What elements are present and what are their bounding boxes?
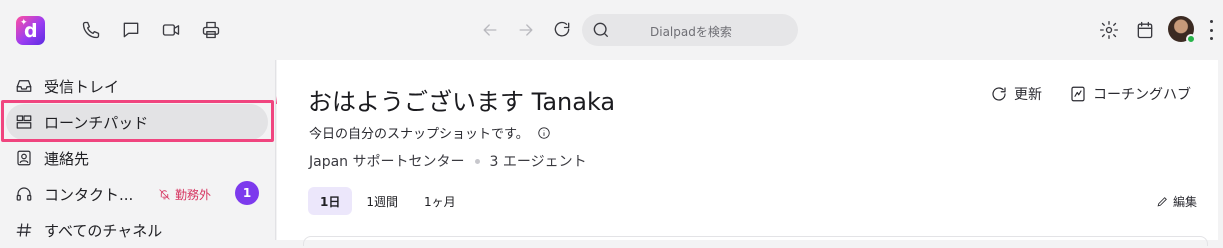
- team-info: Japan サポートセンター 3 エージェント: [309, 151, 587, 171]
- video-icon[interactable]: [159, 18, 183, 42]
- unread-count-badge: 1: [235, 181, 259, 205]
- search-placeholder: Dialpadを検索: [650, 25, 732, 39]
- team-name: Japan サポートセンター: [309, 154, 465, 170]
- subtitle-text: 今日の自分のスナップショットです。: [309, 127, 529, 142]
- sidebar-item-contacts[interactable]: 連絡先: [6, 140, 268, 176]
- more-options-icon[interactable]: [1203, 20, 1219, 40]
- tab-1-week[interactable]: 1週間: [354, 187, 410, 215]
- edit-label: 編集: [1173, 195, 1198, 209]
- chat-icon[interactable]: [119, 18, 143, 42]
- refresh-icon: [992, 87, 1006, 101]
- snapshot-card: [303, 236, 1208, 246]
- sidebar-item-label: 連絡先: [44, 149, 90, 168]
- sidebar-item-all-channels[interactable]: すべてのチャネル: [6, 212, 268, 248]
- coaching-hub-button[interactable]: コーチングハブ: [1069, 84, 1191, 104]
- pencil-icon: [1157, 197, 1167, 207]
- inbox-icon: [14, 76, 34, 96]
- tab-1-day[interactable]: 1日: [308, 187, 353, 215]
- search-input[interactable]: Dialpadを検索: [582, 14, 798, 46]
- sidebar: 受信トレイ ローンチパッド 連絡先 コンタクト... 勤務外 1 すべてのチャネ…: [0, 60, 276, 240]
- info-icon[interactable]: [537, 126, 551, 140]
- settings-icon[interactable]: [1097, 18, 1121, 42]
- status-text: 勤務外: [175, 188, 212, 202]
- coaching-hub-label: コーチングハブ: [1093, 87, 1191, 103]
- edit-button[interactable]: 編集: [1156, 193, 1197, 210]
- sidebar-item-contact-center[interactable]: コンタクト...: [6, 176, 268, 212]
- headset-icon: [14, 184, 34, 204]
- main-content: おはようございます Tanaka 更新 コーチングハブ 今日の自分のスナップショ…: [277, 60, 1223, 246]
- bell-off-icon: [159, 189, 170, 200]
- time-range-tabs: 1日 1週間 1ヶ月: [308, 187, 468, 215]
- refresh-label: 更新: [1014, 87, 1042, 103]
- refresh-icon[interactable]: [550, 18, 574, 42]
- scrollbar[interactable]: [1218, 60, 1223, 240]
- back-arrow-icon[interactable]: [478, 18, 502, 42]
- dialpad-logo[interactable]: ✦ d: [16, 16, 45, 45]
- highlight-annotation-box: [1, 100, 274, 142]
- tab-1-month[interactable]: 1ヶ月: [412, 187, 468, 215]
- forward-arrow-icon[interactable]: [514, 18, 538, 42]
- coaching-hub-icon: [1071, 86, 1085, 102]
- top-bar: ✦ d Dialpadを検索: [0, 0, 1223, 60]
- separator-dot: [474, 158, 480, 164]
- page-title: おはようございます Tanaka: [308, 88, 616, 116]
- search-icon: [591, 20, 611, 40]
- sidebar-item-label: すべてのチャネル: [44, 221, 163, 240]
- phone-icon[interactable]: [79, 18, 103, 42]
- online-status-dot: [1186, 34, 1196, 44]
- calendar-icon[interactable]: [1133, 18, 1157, 42]
- avatar[interactable]: [1168, 16, 1196, 44]
- page-subtitle: 今日の自分のスナップショットです。: [309, 123, 551, 142]
- sidebar-item-inbox[interactable]: 受信トレイ: [6, 68, 268, 104]
- sidebar-item-label: コンタクト...: [44, 185, 134, 204]
- agent-count: 3 エージェント: [489, 154, 587, 170]
- refresh-button[interactable]: 更新: [990, 84, 1042, 104]
- contacts-icon: [14, 148, 34, 168]
- sidebar-item-label: 受信トレイ: [44, 77, 120, 96]
- hash-icon: [14, 220, 34, 240]
- off-duty-status: 勤務外: [158, 186, 211, 203]
- printer-icon[interactable]: [199, 18, 223, 42]
